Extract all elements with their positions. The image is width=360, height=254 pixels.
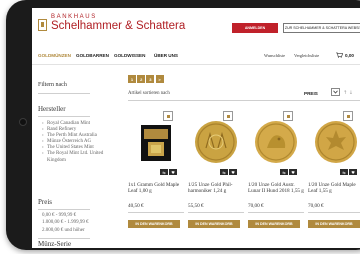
divider (308, 212, 360, 213)
product-card: ⇆ ♥ 1/20 Unze Gold Austr. Lunar II Hund … (248, 106, 307, 234)
price-range-item[interactable]: 2.000,00 € und höher (42, 227, 89, 234)
heart-icon[interactable]: ♥ (349, 169, 357, 175)
manufacturer-item[interactable]: The Royal Mint Ltd. United Kingdom (42, 151, 106, 163)
add-to-cart-button[interactable]: IN DEN WARENKORB (308, 220, 360, 228)
heart-icon[interactable]: ♥ (169, 169, 177, 175)
sort-dropdown[interactable] (331, 88, 340, 96)
gold-bar-package-image (141, 125, 171, 161)
sort-label: Artikel sortieren nach (128, 91, 170, 96)
card-actions: ⇆ ♥ (160, 169, 177, 175)
gold-coin-image (315, 121, 357, 163)
compare-icon[interactable]: ⇆ (220, 169, 228, 175)
manufacturer-list: Royal Canadian Mint Rand Refinery The Pe… (42, 121, 106, 164)
manufacturer-heading: Hersteller (38, 105, 66, 113)
logo-icon[interactable] (38, 19, 47, 31)
heart-icon[interactable]: ♥ (289, 169, 297, 175)
sort-direction-icon[interactable]: ↑ ↓ (343, 90, 353, 96)
tablet-frame: BANKHAUS Schelhammer & Schattera ANMELDE… (6, 0, 360, 250)
divider (128, 100, 360, 101)
card-actions: ⇆ ♥ (280, 169, 297, 175)
product-card: ⇆ ♥ 1/25 Unze Gold Phil-harmoniker 1,24 … (188, 106, 247, 234)
product-name[interactable]: 1x1 Gramm Gold Maple Leaf 1,00 g (128, 182, 186, 194)
product-card: ⇆ ♥ 1x1 Gramm Gold Maple Leaf 1,00 g 40,… (128, 106, 187, 234)
filter-label: Filtern nach (38, 82, 67, 88)
page-button[interactable]: 2 (137, 75, 146, 83)
divider (38, 93, 90, 94)
wishlist-link[interactable]: Wunschliste (264, 53, 285, 58)
gold-coin-image (195, 121, 237, 163)
product-price: 55,50 € (188, 203, 204, 209)
compare-icon[interactable]: ⇆ (160, 169, 168, 175)
series-heading: Münz-Serie (38, 240, 72, 248)
page-button[interactable]: 1 (128, 75, 136, 83)
product-image[interactable] (310, 112, 360, 172)
product-name[interactable]: 1/20 Unze Gold Austr. Lunar II Hund 2018… (248, 182, 306, 194)
price-range-item[interactable]: 1.000,00 € - 1.999,99 € (42, 219, 89, 226)
home-button (19, 118, 27, 126)
divider (38, 238, 90, 239)
sort-value[interactable]: PREIS (304, 91, 318, 96)
divider (128, 212, 184, 213)
filter-sidebar: Filtern nach Hersteller Royal Canadian M… (32, 66, 110, 248)
next-page-button[interactable]: > (155, 75, 164, 83)
chevron-down-icon (333, 90, 338, 94)
price-range-item[interactable]: 0,00 € - 999,99 € (42, 212, 89, 219)
product-price: 40,50 € (128, 203, 144, 209)
product-image[interactable] (130, 112, 182, 172)
card-actions: ⇆ ♥ (340, 169, 357, 175)
product-price: 70,00 € (248, 203, 264, 209)
add-to-cart-button[interactable]: IN DEN WARENKORB (248, 220, 300, 228)
divider (188, 212, 244, 213)
nav-item-goldwissen[interactable]: GOLDWISSEN (114, 53, 145, 58)
website-button[interactable]: ZUR SCHELHAMMER & SCHATTERA WEBSITE (283, 23, 360, 33)
divider (38, 209, 90, 210)
nav-item-goldmuenzen[interactable]: GOLDMÜNZEN (38, 53, 71, 58)
price-heading: Preis (38, 198, 52, 206)
signup-button[interactable]: ANMELDEN (232, 23, 278, 33)
product-image[interactable] (250, 112, 302, 172)
heart-icon[interactable]: ♥ (229, 169, 237, 175)
divider (38, 116, 90, 117)
cart-icon[interactable] (336, 52, 343, 58)
main-nav: GOLDMÜNZEN GOLDBARREN GOLDWISSEN ÜBER UN… (32, 50, 360, 65)
brand-name[interactable]: Schelhammer & Schattera (51, 20, 185, 32)
product-image[interactable] (190, 112, 242, 172)
gold-coin-image (255, 121, 297, 163)
cart-total[interactable]: 0,00 (345, 53, 354, 58)
tablet-screen: BANKHAUS Schelhammer & Schattera ANMELDE… (32, 8, 360, 248)
pagination: 1 2 3 > (128, 75, 164, 83)
product-card: ⇆ ♥ 1/20 Unze Gold Maple Leaf 1,55 g 70,… (308, 106, 360, 234)
add-to-cart-button[interactable]: IN DEN WARENKORB (188, 220, 240, 228)
nav-item-ueber-uns[interactable]: ÜBER UNS (154, 53, 178, 58)
divider (248, 212, 304, 213)
card-actions: ⇆ ♥ (220, 169, 237, 175)
product-price: 70,00 € (308, 203, 324, 209)
compare-icon[interactable]: ⇆ (340, 169, 348, 175)
nav-item-goldbarren[interactable]: GOLDBARREN (76, 53, 109, 58)
compare-icon[interactable]: ⇆ (280, 169, 288, 175)
price-list: 0,00 € - 999,99 € 1.000,00 € - 1.999,99 … (42, 212, 89, 234)
product-name[interactable]: 1/25 Unze Gold Phil-harmoniker 1,24 g (188, 182, 246, 194)
product-name[interactable]: 1/20 Unze Gold Maple Leaf 1,55 g (308, 182, 360, 194)
site-header: BANKHAUS Schelhammer & Schattera ANMELDE… (32, 8, 360, 48)
compare-link[interactable]: Vergleichsliste (294, 53, 319, 58)
add-to-cart-button[interactable]: IN DEN WARENKORB (128, 220, 180, 228)
page-button[interactable]: 3 (146, 75, 155, 83)
